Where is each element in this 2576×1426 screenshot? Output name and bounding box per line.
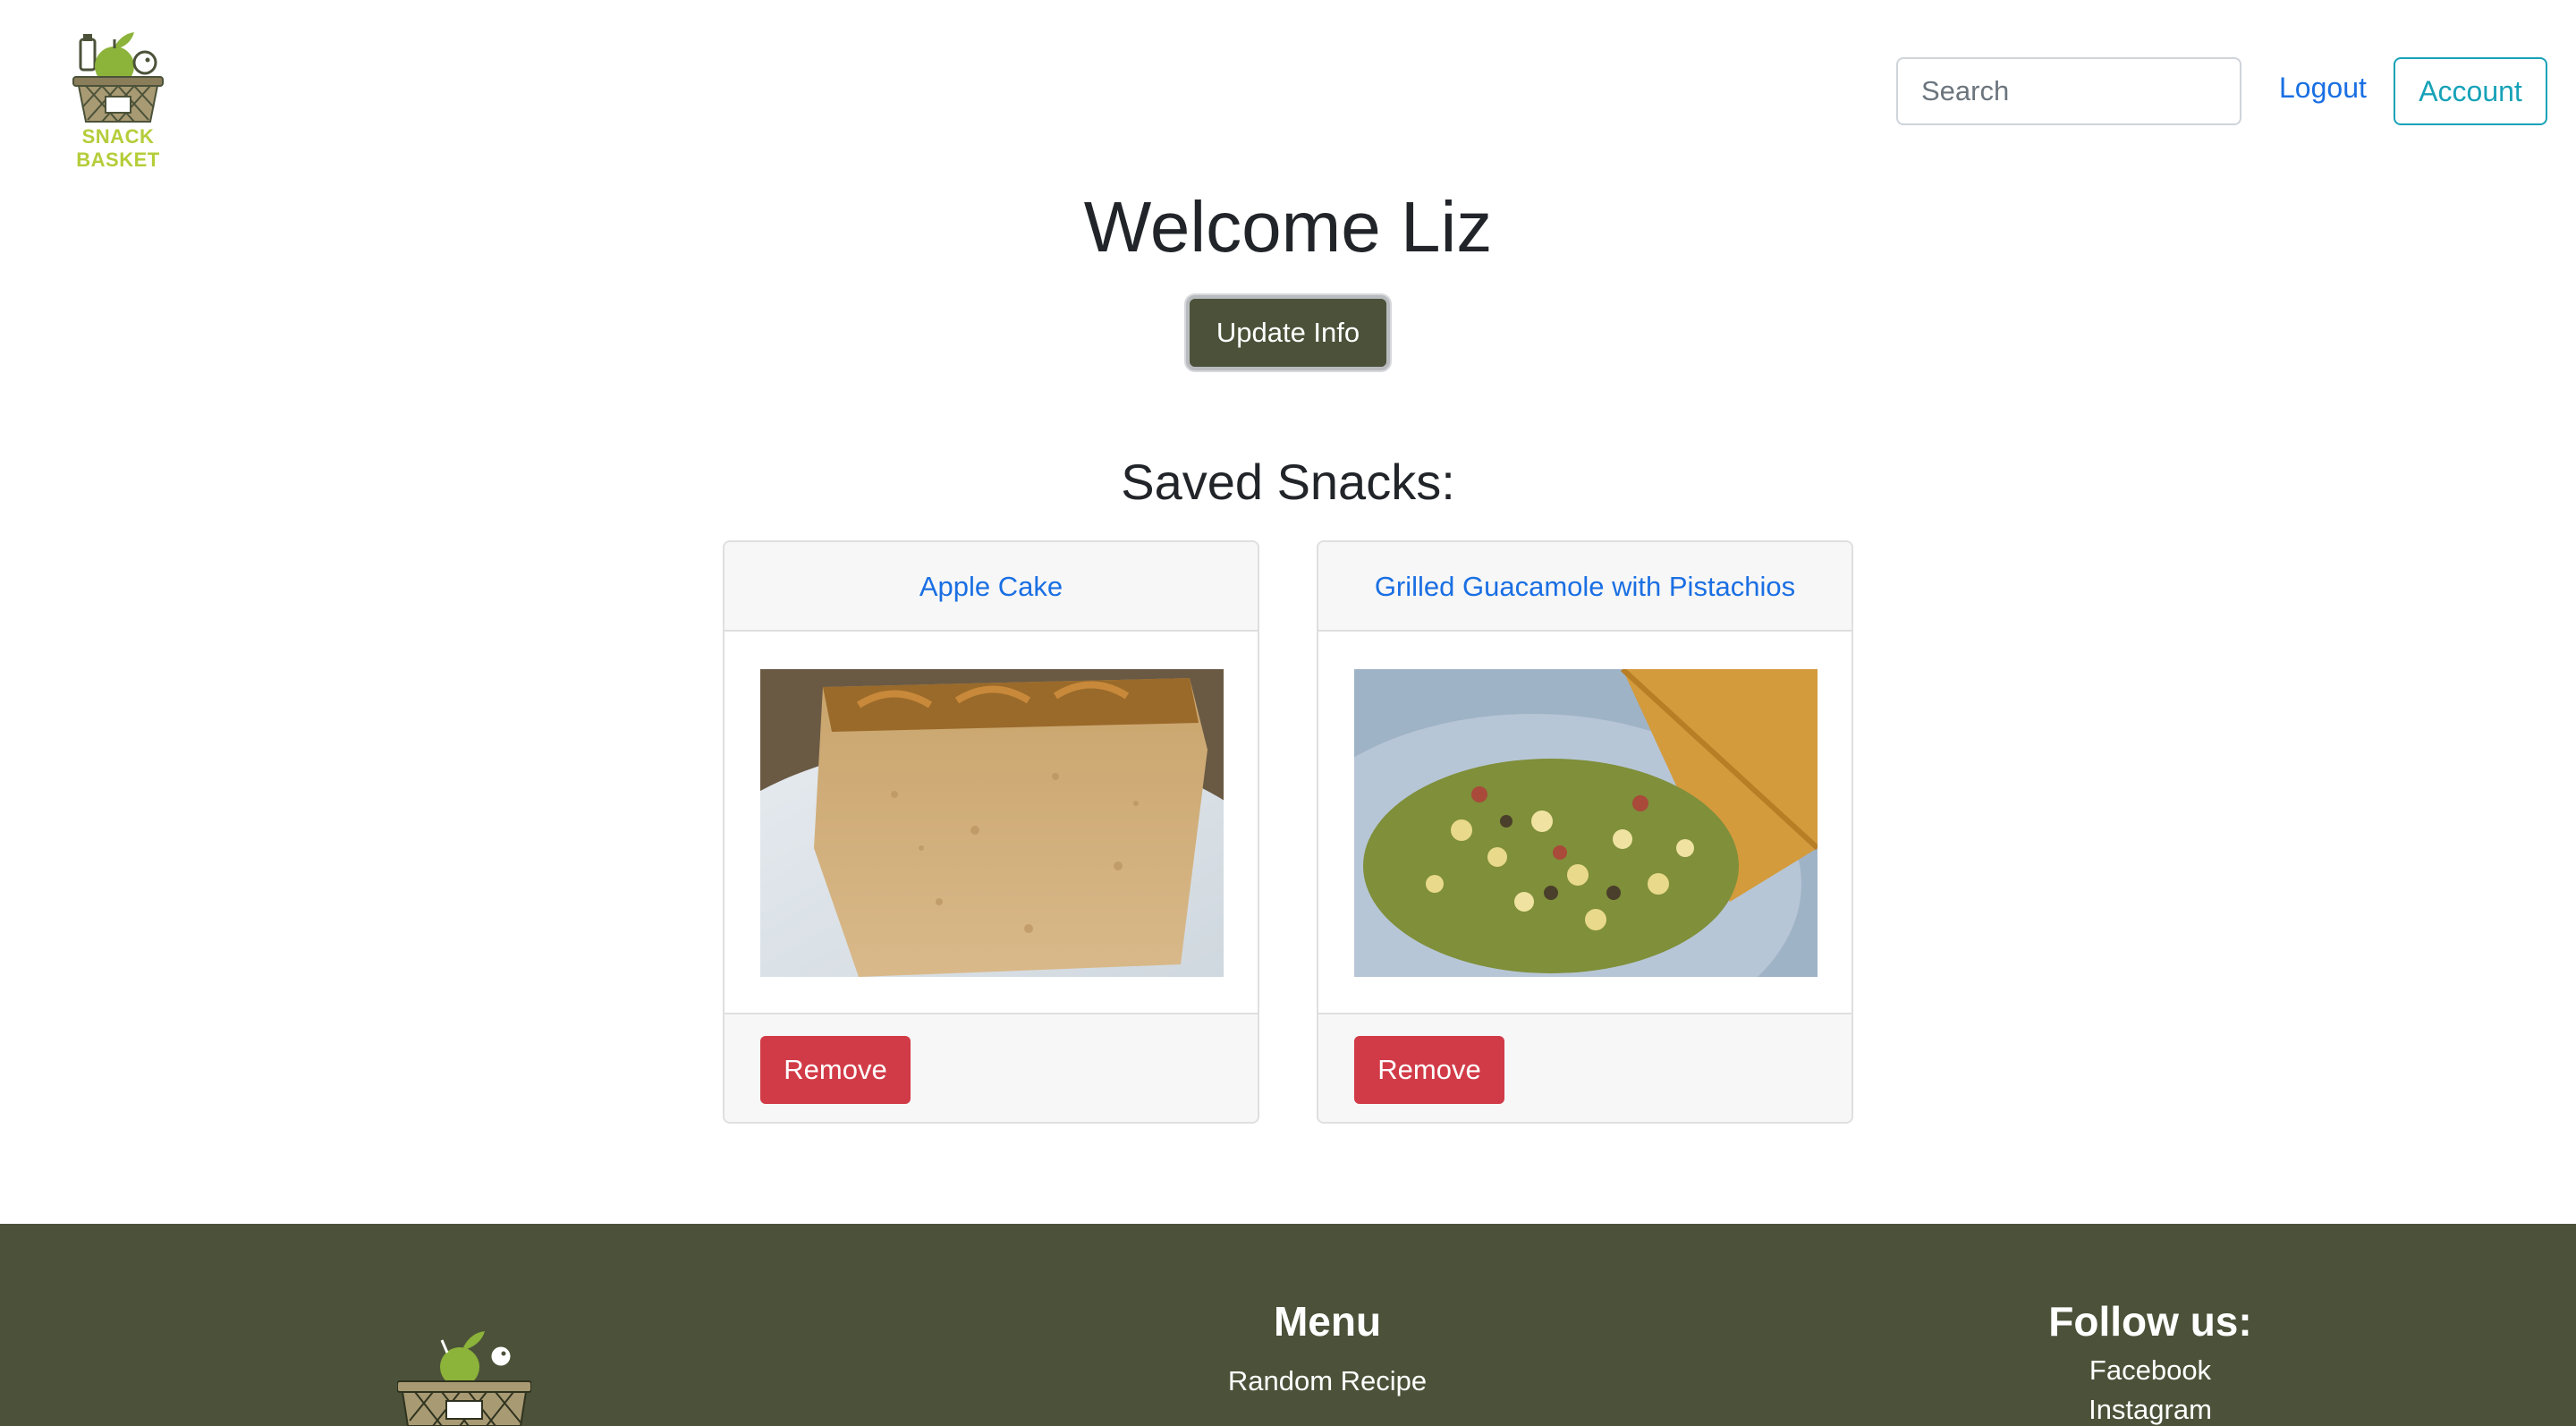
facebook-link[interactable]: Facebook [1971,1351,2329,1390]
footer-follow-title: Follow us: [2048,1298,2252,1345]
card-body [1318,632,1852,1013]
card-body [724,632,1258,1013]
remove-button[interactable]: Remove [760,1036,911,1104]
instagram-link[interactable]: Instagram [1971,1390,2329,1426]
welcome-heading: Welcome Liz [1083,187,1493,267]
card-header: Apple Cake [724,542,1258,632]
guacamole-image[interactable] [1354,669,1818,977]
snack-card: Grilled Guacamole with Pistachios Remove [1317,540,1853,1124]
logout-link[interactable]: Logout [2279,72,2367,105]
saved-snacks-heading: Saved Snacks: [1121,454,1455,510]
footer: Menu Random Recipe Follow us: Facebook I… [0,1224,2576,1426]
random-recipe-link[interactable]: Random Recipe [1148,1362,1506,1401]
search-input[interactable] [1896,57,2241,125]
apple-cake-image[interactable] [760,669,1224,977]
snack-basket-logo[interactable]: SNACK BASKET [39,27,197,171]
snack-title-link[interactable]: Apple Cake [919,571,1063,602]
card-header: Grilled Guacamole with Pistachios [1318,542,1852,632]
brand-name: SNACK BASKET [76,125,160,171]
footer-menu: Menu Random Recipe [1148,1297,1506,1401]
navbar: SNACK BASKET Logout Account [0,0,2576,179]
update-info-button[interactable]: Update Info [1186,295,1390,370]
snack-card: Apple Cake Remove [723,540,1259,1124]
footer-logo-icon[interactable] [396,1313,532,1426]
footer-follow: Follow us: Facebook Instagram [1971,1297,2329,1426]
footer-menu-title: Menu [1273,1298,1382,1345]
basket-logo-icon [72,32,164,123]
remove-button[interactable]: Remove [1354,1036,1504,1104]
card-footer: Remove [1318,1013,1852,1122]
snack-title-link[interactable]: Grilled Guacamole with Pistachios [1375,571,1795,602]
card-footer: Remove [724,1013,1258,1122]
account-button[interactable]: Account [2394,57,2547,125]
